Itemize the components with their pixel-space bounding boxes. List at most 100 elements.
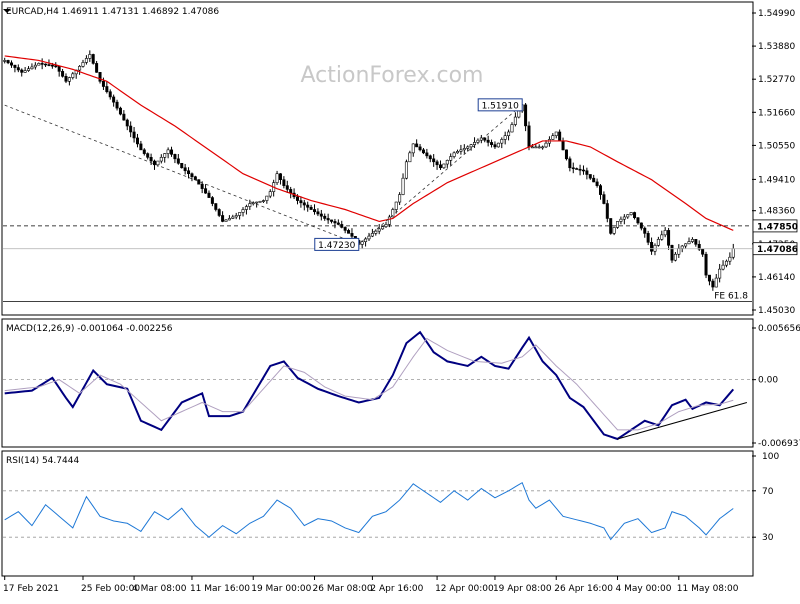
candle-body — [459, 149, 463, 152]
candle-body — [425, 152, 429, 157]
candle-body — [142, 149, 146, 154]
candle-body — [387, 216, 391, 225]
candle-body — [323, 215, 327, 219]
candle-body — [204, 188, 208, 194]
candle-body — [690, 239, 694, 242]
candle-body — [643, 227, 647, 234]
candle-body — [473, 142, 477, 145]
candle-body — [421, 149, 425, 154]
candle-body — [483, 137, 487, 141]
price-label: 1.47230 — [318, 241, 355, 251]
candle-body — [193, 176, 197, 180]
candle-body — [575, 168, 579, 170]
candle-body — [336, 222, 340, 225]
candle-body — [13, 64, 17, 68]
candle-body — [221, 215, 225, 222]
x-tick-label: 4 May 00:00 — [616, 584, 672, 594]
candle-body — [282, 179, 286, 186]
candle-body — [510, 124, 514, 133]
candle-body — [54, 65, 58, 68]
candle-body — [714, 277, 718, 288]
x-tick-label: 4 Mar 08:00 — [132, 584, 187, 594]
candle-body — [551, 135, 555, 140]
y-tick-label: 1.50550 — [758, 141, 795, 151]
y-tick-label: 1.53880 — [758, 42, 795, 52]
candle-body — [653, 244, 657, 252]
candle-body — [132, 131, 136, 139]
candle-body — [435, 161, 439, 166]
candle-body — [108, 91, 112, 98]
candle-body — [214, 203, 218, 210]
candle-body — [88, 54, 92, 59]
candle-body — [149, 157, 153, 162]
rsi-y-tick-label: 70 — [762, 487, 774, 497]
candle-body — [602, 194, 606, 204]
candle-body — [139, 143, 143, 151]
y-tick-label: 1.49410 — [758, 175, 795, 185]
candle-body — [394, 201, 398, 210]
candle-body — [268, 191, 272, 197]
candle-body — [313, 209, 317, 213]
candle-body — [507, 131, 511, 137]
candle-body — [704, 253, 708, 276]
candle-body — [122, 113, 126, 121]
candle-body — [418, 146, 422, 151]
candle-body — [176, 158, 180, 164]
candle-body — [330, 219, 334, 222]
rsi-y-tick-label: 30 — [762, 533, 774, 543]
candle-body — [656, 239, 660, 246]
candle-body — [728, 256, 732, 262]
candle-body — [153, 160, 157, 166]
candle-body — [595, 181, 599, 186]
candle-body — [490, 142, 494, 145]
candle-body — [170, 149, 174, 155]
trendline — [4, 104, 359, 245]
y-tick-label: 1.52770 — [758, 75, 795, 85]
candle-body — [534, 146, 538, 149]
candle-body — [265, 195, 269, 201]
candle-body — [626, 214, 630, 218]
candle-body — [581, 169, 585, 172]
candle-body — [445, 160, 449, 165]
candle-body — [112, 96, 116, 103]
candle-body — [684, 243, 688, 247]
candle-body — [118, 107, 122, 115]
y-tick-label: 1.48360 — [758, 207, 795, 217]
candle-body — [408, 152, 412, 163]
x-tick-label: 26 Mar 08:00 — [313, 584, 373, 594]
candle-body — [564, 149, 568, 160]
x-tick-label: 17 Feb 2021 — [3, 584, 59, 594]
rsi-plot — [3, 481, 752, 541]
candle-body — [101, 80, 105, 87]
candle-body — [517, 110, 521, 118]
rsi-line — [4, 481, 734, 541]
candle-body — [360, 241, 364, 245]
macd-line — [4, 330, 735, 441]
candle-body — [636, 217, 640, 224]
candle-body — [306, 204, 310, 208]
candle-body — [609, 218, 613, 234]
candle-body — [592, 177, 596, 183]
candle-body — [183, 167, 187, 172]
candle-body — [370, 233, 374, 237]
candle-body — [415, 143, 419, 148]
trading-chart: ActionForex.com FE 61.8 1.51910 1.47230 1.… — [1, 1, 800, 594]
macd-panel-frame — [1, 318, 754, 448]
candle-body — [469, 144, 473, 148]
candle-body — [319, 213, 323, 217]
candle-body — [493, 144, 497, 148]
candle-body — [156, 160, 160, 166]
candle-body — [673, 253, 677, 261]
axis-level-label: 1.47086 — [757, 245, 798, 255]
x-tick-label: 2 Apr 16:00 — [370, 584, 423, 594]
candle-body — [374, 230, 378, 234]
candle-body — [524, 104, 528, 127]
x-tick-label: 19 Apr 08:00 — [493, 584, 552, 594]
candle-body — [718, 268, 722, 279]
candle-body — [571, 167, 575, 170]
x-tick-label: 19 Mar 00:00 — [251, 584, 311, 594]
candle-body — [449, 156, 453, 161]
candle-body — [27, 68, 31, 71]
candle-body — [541, 146, 545, 149]
candle-body — [616, 221, 620, 228]
